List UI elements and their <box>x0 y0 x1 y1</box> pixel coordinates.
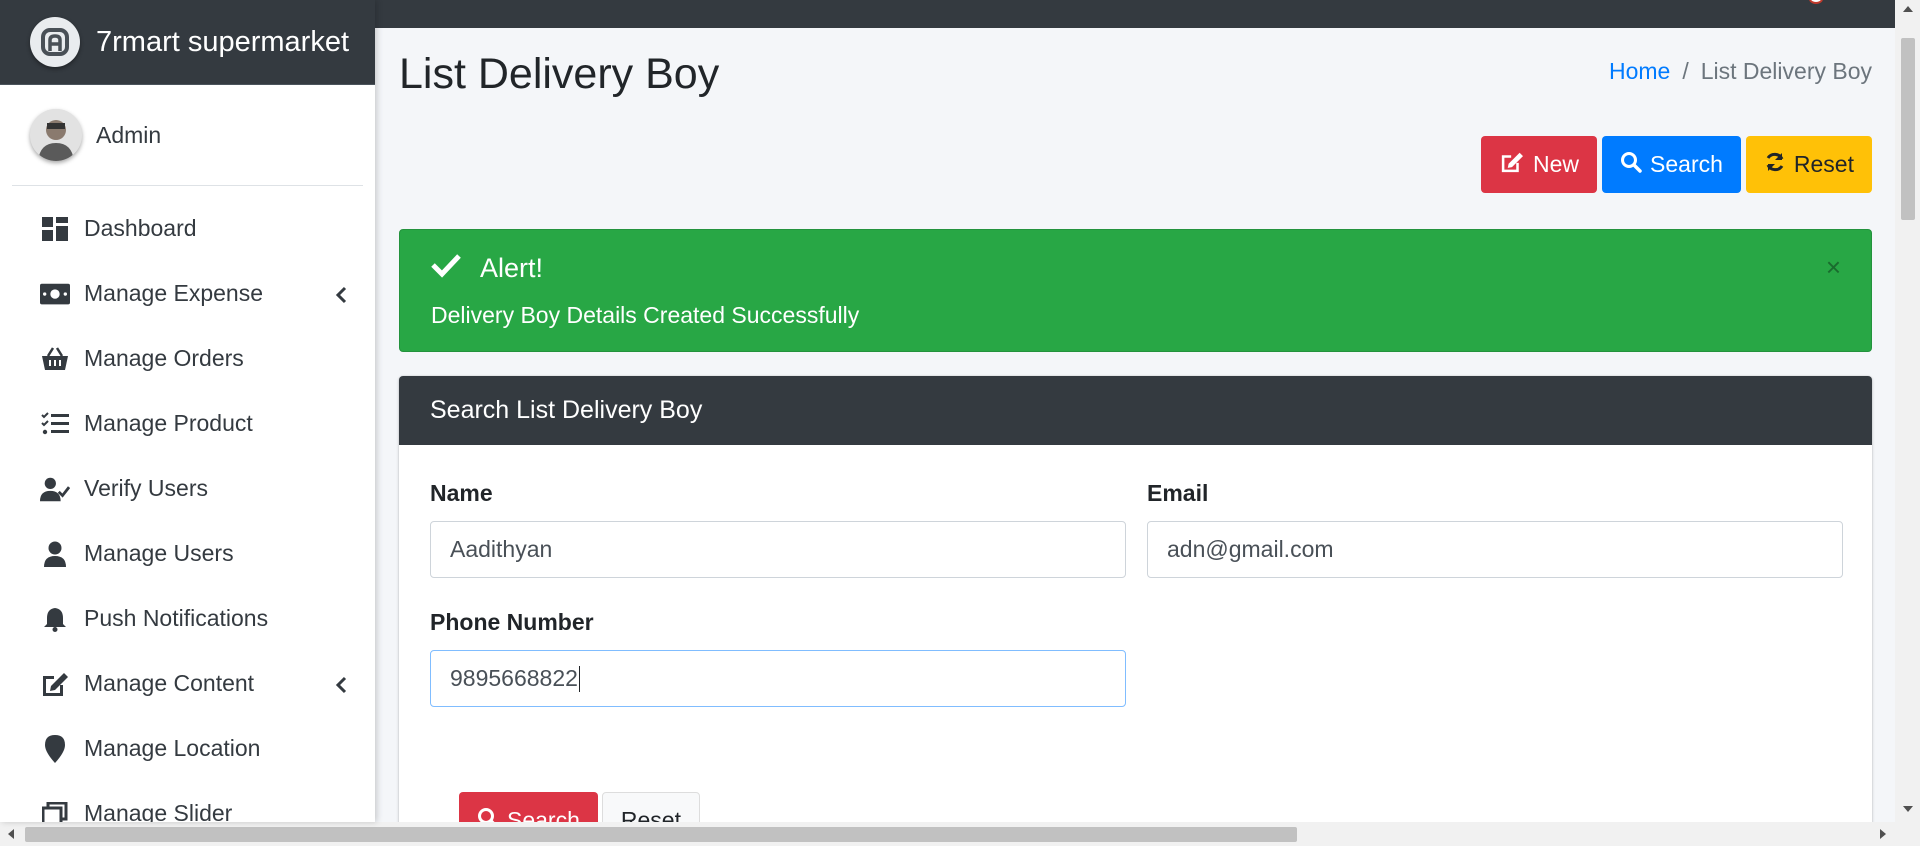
reset-button-label: Reset <box>1793 151 1854 177</box>
horizontal-scroll-thumb[interactable] <box>25 827 1297 842</box>
search-button-label: Search <box>1650 151 1723 177</box>
sidebar-item-push-notifications[interactable]: Push Notifications <box>0 586 375 651</box>
scroll-right-arrow-icon[interactable] <box>1880 829 1886 839</box>
email-input[interactable]: adn@gmail.com <box>1147 521 1843 578</box>
sidebar-item-verify-users[interactable]: Verify Users <box>0 456 375 521</box>
sidebar-item-manage-slider[interactable]: Manage Slider <box>0 781 375 822</box>
sidebar-item-manage-users[interactable]: Manage Users <box>0 521 375 586</box>
breadcrumb-home-link[interactable]: Home <box>1609 58 1670 85</box>
name-input[interactable]: Aadithyan <box>430 521 1126 578</box>
vertical-scroll-thumb[interactable] <box>1901 38 1915 220</box>
alert-title: Alert! <box>480 253 544 283</box>
reset-button[interactable]: Reset <box>1745 136 1872 193</box>
sidebar-item-label: Push Notifications <box>84 605 269 631</box>
sync-icon <box>1764 151 1786 179</box>
sidebar-item-label: Manage Content <box>84 670 255 696</box>
new-button[interactable]: New <box>1481 136 1598 193</box>
search-icon <box>1620 151 1642 179</box>
success-alert: Alert! Delivery Boy Details Created Succ… <box>399 229 1872 352</box>
sidebar-item-label: Manage Product <box>84 410 253 436</box>
sidebar-nav: Dashboard Manage Expense Manage Orders M… <box>0 196 375 822</box>
sidebar-item-manage-location[interactable]: Manage Location <box>0 716 375 781</box>
map-marker-icon <box>40 734 70 763</box>
brand-name: 7rmart supermarket <box>96 25 350 58</box>
sidebar-item-label: Manage Users <box>84 540 234 566</box>
search-button[interactable]: Search <box>1602 136 1741 193</box>
scroll-up-arrow-icon[interactable] <box>1903 6 1913 12</box>
search-card: Search List Delivery Boy Name Aadithyan … <box>399 376 1872 846</box>
sidebar-item-manage-expense[interactable]: Manage Expense <box>0 261 375 326</box>
avatar <box>30 109 82 161</box>
breadcrumb: Home / List Delivery Boy <box>1609 58 1872 85</box>
user-check-icon <box>40 475 70 503</box>
phone-input-value: 9895668822 <box>450 665 578 691</box>
sidebar-item-label: Verify Users <box>84 475 208 501</box>
user-panel[interactable]: Admin <box>12 85 363 186</box>
search-card-header: Search List Delivery Boy <box>399 376 1872 445</box>
money-icon <box>40 280 70 308</box>
sidebar-item-manage-content[interactable]: Manage Content <box>0 651 375 716</box>
close-icon[interactable]: × <box>1826 252 1841 283</box>
dashboard-icon <box>40 215 70 243</box>
edit-icon <box>1499 151 1525 179</box>
sidebar-item-label: Manage Slider <box>84 800 233 822</box>
horizontal-scrollbar[interactable] <box>0 822 1920 846</box>
breadcrumb-current: List Delivery Boy <box>1700 58 1872 84</box>
breadcrumb-separator: / <box>1682 58 1689 84</box>
new-button-label: New <box>1533 151 1580 177</box>
phone-input[interactable]: 9895668822 <box>430 650 1126 707</box>
chevron-left-icon[interactable] <box>335 673 347 700</box>
language-flag-icon[interactable] <box>1809 0 1823 4</box>
scroll-left-arrow-icon[interactable] <box>8 829 14 839</box>
user-name: Admin <box>96 121 162 148</box>
sidebar-item-label: Manage Orders <box>84 345 244 371</box>
chevron-left-icon[interactable] <box>335 283 347 310</box>
page-actions: New Search Reset <box>1481 136 1872 193</box>
text-caret <box>578 665 580 692</box>
brand-logo-icon <box>30 17 80 67</box>
brand-link[interactable]: 7rmart supermarket <box>0 0 375 85</box>
sidebar-item-manage-orders[interactable]: Manage Orders <box>0 326 375 391</box>
sidebar: 7rmart supermarket Admin Dashboard Manag… <box>0 0 375 822</box>
sidebar-item-label: Manage Expense <box>84 280 264 306</box>
email-input-value: adn@gmail.com <box>1167 536 1334 562</box>
scroll-down-arrow-icon[interactable] <box>1903 806 1913 812</box>
tasks-icon <box>40 410 70 438</box>
email-label: Email <box>1147 480 1209 506</box>
bell-icon <box>40 605 70 633</box>
main-content: List Delivery Boy Home / List Delivery B… <box>375 28 1895 846</box>
slider-icon <box>40 800 70 822</box>
name-input-value: Aadithyan <box>450 536 553 562</box>
sidebar-item-label: Dashboard <box>84 215 197 241</box>
user-icon <box>40 540 70 568</box>
sidebar-item-manage-product[interactable]: Manage Product <box>0 391 375 456</box>
basket-icon <box>40 345 70 373</box>
phone-label: Phone Number <box>430 609 594 635</box>
alert-message: Delivery Boy Details Created Successfull… <box>431 302 860 328</box>
top-navbar <box>375 0 1895 28</box>
sidebar-item-label: Manage Location <box>84 735 261 761</box>
page-title: List Delivery Boy <box>399 50 720 98</box>
alert-heading: Alert! <box>430 252 543 285</box>
check-icon <box>430 252 462 285</box>
vertical-scrollbar[interactable] <box>1895 0 1920 822</box>
sidebar-item-dashboard[interactable]: Dashboard <box>0 196 375 261</box>
edit-icon <box>40 670 70 698</box>
name-label: Name <box>430 480 493 506</box>
